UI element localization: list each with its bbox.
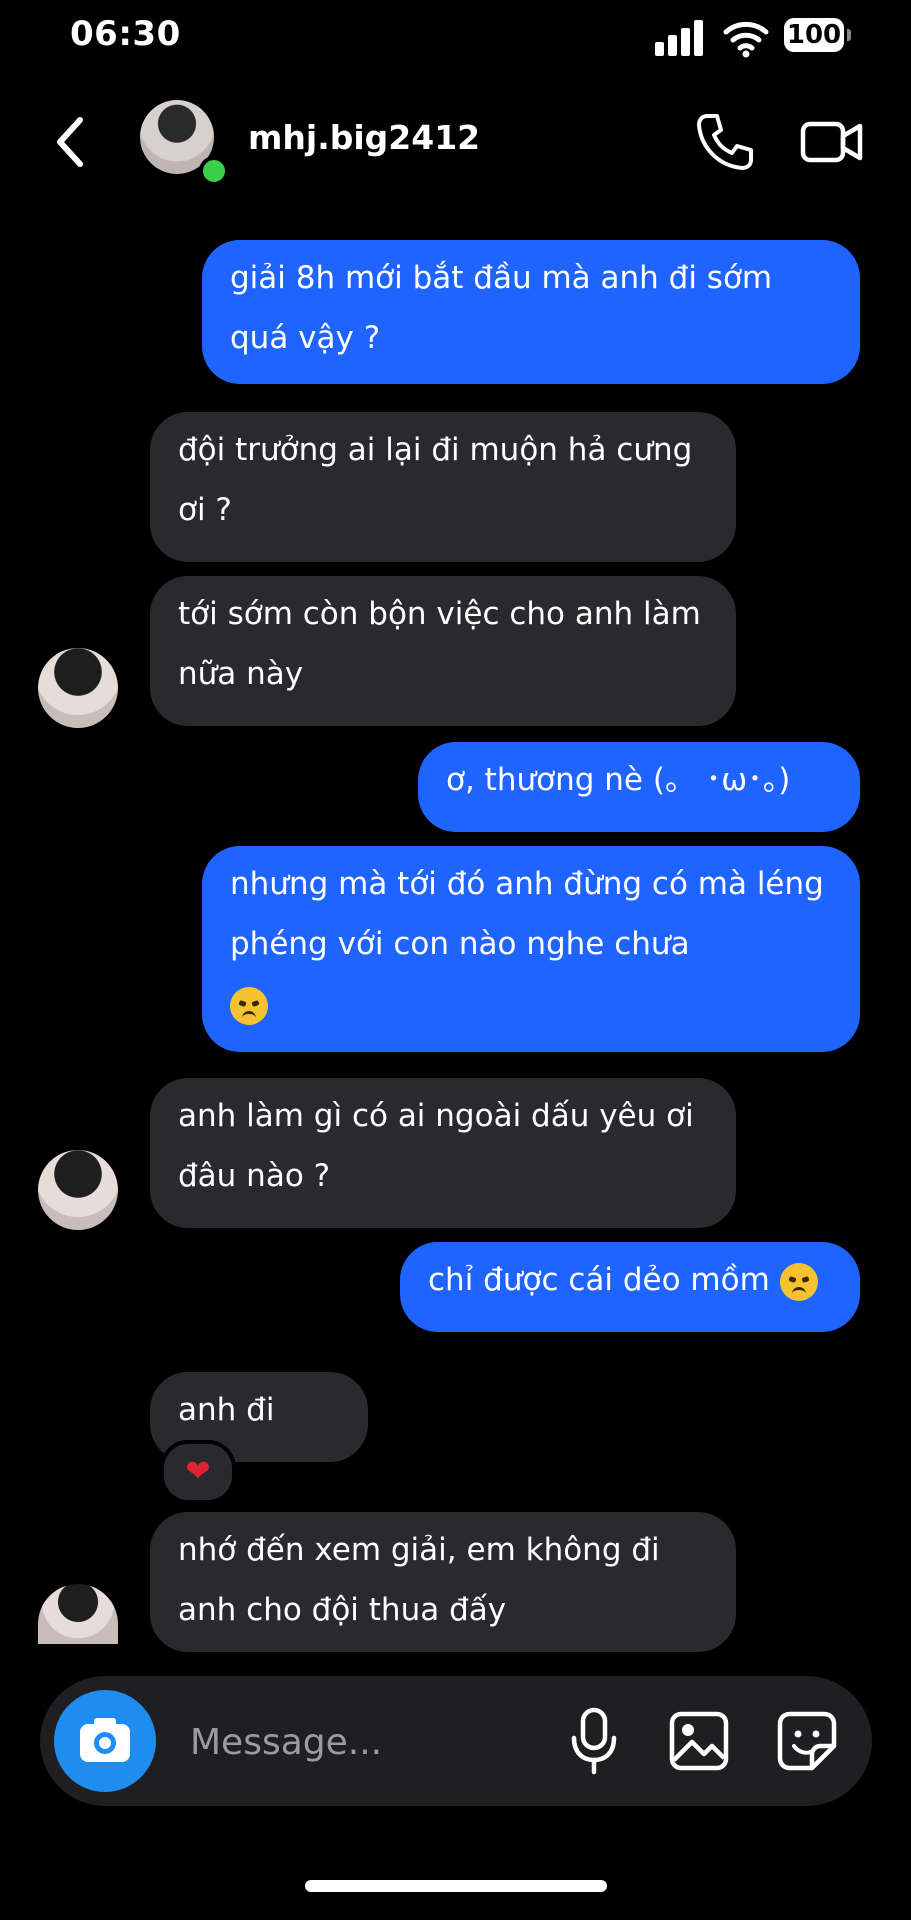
contact-avatar-small[interactable] [38, 1150, 118, 1230]
microphone-icon[interactable] [568, 1706, 620, 1776]
chat-header: mhj.big2412 [0, 92, 911, 192]
received-message-bubble[interactable]: đội trưởng ai lại đi muộn hả cưng ơi ? [150, 412, 736, 562]
contact-avatar-small[interactable] [38, 1584, 118, 1644]
clock: 06:30 [70, 14, 181, 54]
gallery-icon[interactable] [668, 1710, 730, 1772]
received-message-bubble[interactable]: anh làm gì có ai ngoài dấu yêu ơi đâu nà… [150, 1078, 736, 1228]
battery-indicator: 100 [784, 18, 851, 52]
contact-username[interactable]: mhj.big2412 [248, 118, 480, 157]
message-input[interactable] [188, 1712, 452, 1772]
status-bar: 06:30 100 [0, 0, 911, 72]
sent-message-bubble[interactable]: ơ, thương nè (。 ･ω･。) [418, 742, 860, 832]
angry-face-emoji-icon [230, 986, 268, 1025]
back-chevron-icon[interactable] [50, 112, 90, 172]
received-message-bubble[interactable]: tới sớm còn bộn việc cho anh làm nữa này [150, 576, 736, 726]
sent-message-bubble[interactable]: chỉ được cái dẻo mồm [400, 1242, 860, 1332]
received-message-bubble[interactable]: nhớ đến xem giải, em không đi anh cho độ… [150, 1512, 736, 1652]
sticker-icon[interactable] [776, 1710, 838, 1772]
contact-avatar-small[interactable] [38, 648, 118, 728]
camera-button[interactable] [54, 1690, 156, 1792]
phone-call-icon[interactable] [693, 110, 757, 174]
signal-icon [655, 20, 705, 56]
message-text: nhưng mà tới đó anh đừng có mà léng phén… [230, 866, 824, 962]
online-status-dot [199, 156, 229, 186]
heart-reaction-icon[interactable]: ❤ [160, 1440, 236, 1504]
sent-message-bubble[interactable]: nhưng mà tới đó anh đừng có mà léng phén… [202, 846, 860, 1052]
angry-face-emoji-icon [779, 1262, 818, 1301]
message-composer [40, 1676, 872, 1806]
sent-message-bubble[interactable]: giải 8h mới bắt đầu mà anh đi sớm quá vậ… [202, 240, 860, 384]
message-text: chỉ được cái dẻo mồm [428, 1262, 770, 1298]
video-call-icon[interactable] [800, 116, 864, 168]
wifi-icon [723, 21, 769, 58]
home-indicator[interactable] [305, 1880, 607, 1892]
camera-icon [80, 1718, 130, 1762]
